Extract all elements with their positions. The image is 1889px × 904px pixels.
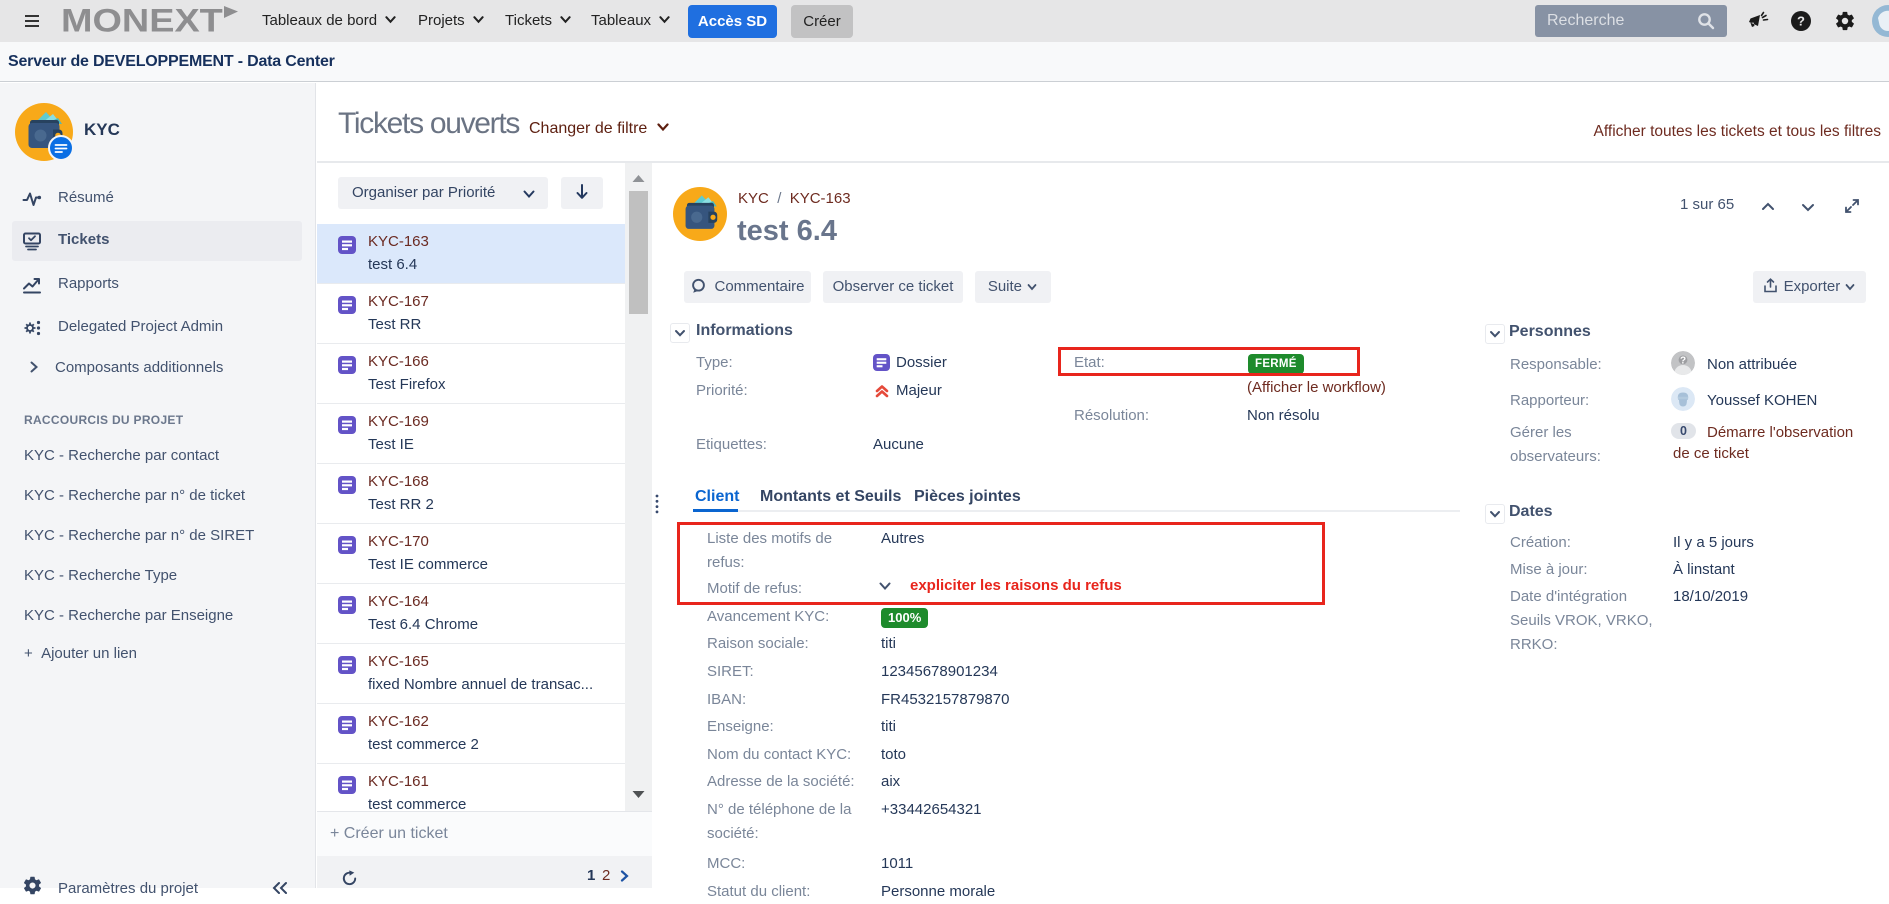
svg-text:?: ?: [1797, 14, 1805, 29]
svg-text:?: ?: [1680, 356, 1686, 367]
